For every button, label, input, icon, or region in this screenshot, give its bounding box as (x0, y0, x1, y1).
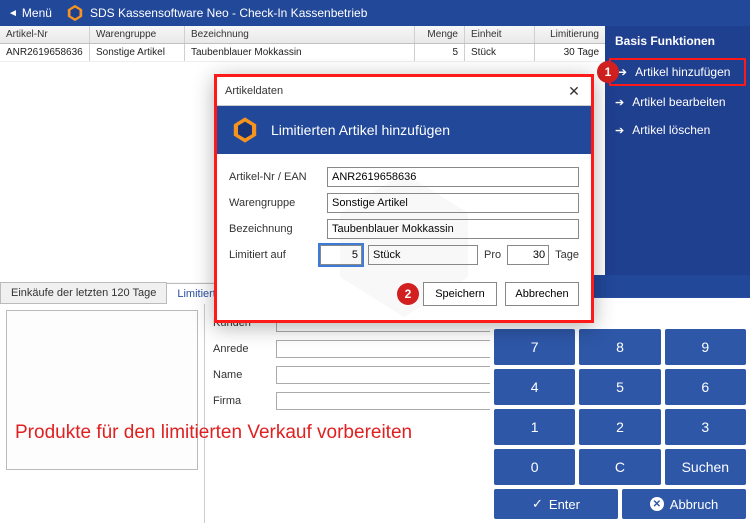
sidebar-item-label: Artikel bearbeiten (632, 95, 725, 109)
sidebar-item-label: Artikel löschen (632, 123, 710, 137)
col-einheit[interactable]: Einheit (465, 26, 535, 43)
callout-badge-1: 1 (597, 61, 619, 83)
key-2[interactable]: 2 (579, 409, 660, 445)
key-search[interactable]: Suchen (665, 449, 746, 485)
key-7[interactable]: 7 (494, 329, 575, 365)
key-4[interactable]: 4 (494, 369, 575, 405)
label-firma: Firma (213, 395, 268, 407)
cell-einheit: Stück (465, 44, 535, 61)
table-row[interactable]: ANR2619658636 Sonstige Artikel Taubenbla… (0, 44, 605, 62)
close-icon[interactable]: ✕ (565, 82, 583, 100)
col-artikel-nr[interactable]: Artikel-Nr (0, 26, 90, 43)
dialog-heading: Limitierten Artikel hinzufügen (271, 122, 450, 138)
key-clear[interactable]: C (579, 449, 660, 485)
key-0[interactable]: 0 (494, 449, 575, 485)
label-tage: Tage (555, 249, 579, 261)
sidebar-item-edit[interactable]: ➔ Artikel bearbeiten (605, 88, 750, 116)
key-3[interactable]: 3 (665, 409, 746, 445)
label-pro: Pro (484, 249, 501, 261)
col-limitierung[interactable]: Limitierung (535, 26, 605, 43)
sidebar-item-add[interactable]: 1 ➔ Artikel hinzufügen (609, 58, 746, 86)
article-dialog: Artikeldaten ✕ Limitierten Artikel hinzu… (214, 74, 594, 323)
col-warengruppe[interactable]: Warengruppe (90, 26, 185, 43)
arrow-right-icon: ➔ (615, 124, 624, 137)
key-1[interactable]: 1 (494, 409, 575, 445)
label-limit: Limitiert auf (229, 249, 314, 261)
input-wgrp[interactable] (327, 193, 579, 213)
annotation-caption: Produkte für den limitierten Verkauf vor… (15, 422, 412, 444)
input-bez[interactable] (327, 219, 579, 239)
arrow-right-icon: ➔ (615, 96, 624, 109)
titlebar: ◄ Menü SDS Kassensoftware Neo - Check-In… (0, 0, 750, 26)
thumbnail-box (6, 310, 198, 470)
input-limit-qty[interactable] (320, 245, 362, 265)
cell-artikel-nr: ANR2619658636 (0, 44, 90, 61)
enter-label: Enter (549, 497, 580, 512)
menu-button[interactable]: ◄ Menü (0, 0, 60, 26)
cancel-icon: ✕ (650, 497, 664, 511)
label-artnr: Artikel-Nr / EAN (229, 171, 321, 183)
input-unit[interactable] (368, 245, 478, 265)
callout-badge-2: 2 (397, 283, 419, 305)
save-button[interactable]: Speichern (423, 282, 497, 306)
abort-label: Abbruch (670, 497, 718, 512)
enter-button[interactable]: ✓ Enter (494, 489, 618, 519)
chevron-left-icon: ◄ (8, 8, 18, 19)
dialog-header: Limitierten Artikel hinzufügen (217, 106, 591, 154)
abort-button[interactable]: ✕ Abbruch (622, 489, 746, 519)
dialog-titlebar[interactable]: Artikeldaten ✕ (217, 77, 591, 106)
dialog-window-title: Artikeldaten (225, 85, 283, 97)
cell-warengruppe: Sonstige Artikel (90, 44, 185, 61)
app-logo-icon (66, 4, 84, 22)
sidebar-heading: Basis Funktionen (605, 26, 750, 56)
label-bez: Bezeichnung (229, 223, 321, 235)
tab-einkaeufe[interactable]: Einkäufe der letzten 120 Tage (0, 282, 167, 303)
check-icon: ✓ (532, 496, 543, 512)
thumbnail-column (0, 304, 205, 523)
sidebar-item-delete[interactable]: ➔ Artikel löschen (605, 116, 750, 144)
label-name: Name (213, 369, 268, 381)
cell-bezeichnung: Taubenblauer Mokkassin (185, 44, 415, 61)
key-8[interactable]: 8 (579, 329, 660, 365)
col-bezeichnung[interactable]: Bezeichnung (185, 26, 415, 43)
grid-header: Artikel-Nr Warengruppe Bezeichnung Menge… (0, 26, 605, 44)
label-anrede: Anrede (213, 343, 268, 355)
key-6[interactable]: 6 (665, 369, 746, 405)
label-wgrp: Warengruppe (229, 197, 321, 209)
menu-label: Menü (22, 6, 52, 20)
key-5[interactable]: 5 (579, 369, 660, 405)
input-artnr[interactable] (327, 167, 579, 187)
dialog-logo-icon (231, 116, 259, 144)
key-9[interactable]: 9 (665, 329, 746, 365)
cell-menge: 5 (415, 44, 465, 61)
cell-limitierung: 30 Tage (535, 44, 605, 61)
col-menge[interactable]: Menge (415, 26, 465, 43)
cancel-button[interactable]: Abbrechen (505, 282, 579, 306)
input-days[interactable] (507, 245, 549, 265)
app-title: SDS Kassensoftware Neo - Check-In Kassen… (90, 6, 367, 20)
sidebar-item-label: Artikel hinzufügen (635, 65, 730, 79)
